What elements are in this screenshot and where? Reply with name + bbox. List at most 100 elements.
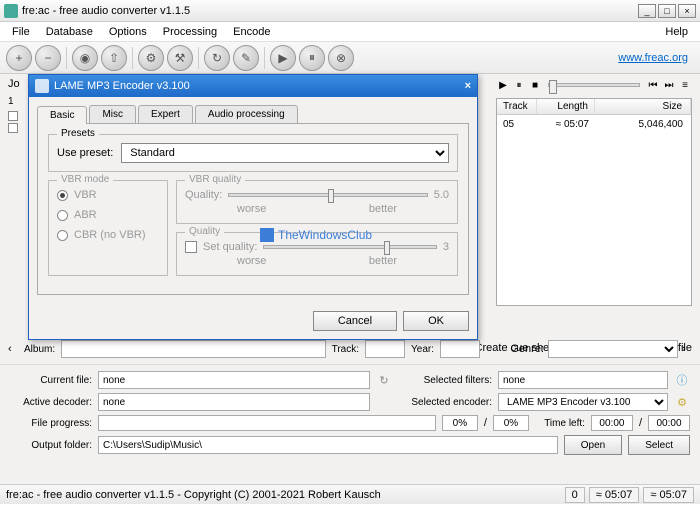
time-left-label: Time left: <box>535 418 585 429</box>
year-label: Year: <box>411 344 434 355</box>
play-icon[interactable]: ▶ <box>270 45 296 71</box>
tab-audio-processing[interactable]: Audio processing <box>195 105 298 123</box>
settings-icon[interactable]: ⚙ <box>138 45 164 71</box>
progress-pct-2: 0% <box>493 415 529 431</box>
refresh-icon[interactable]: ↻ <box>376 372 392 388</box>
player-end-icon[interactable]: ≡ <box>678 78 692 92</box>
left-arrow-icon[interactable]: ‹ <box>8 343 18 355</box>
menu-options[interactable]: Options <box>101 24 155 40</box>
file-progress-label: File progress: <box>10 418 92 429</box>
player-seek-slider[interactable] <box>548 83 640 87</box>
dialog-titlebar[interactable]: LAME MP3 Encoder v3.100 × <box>29 75 477 97</box>
row-num: 1 <box>8 96 20 107</box>
track-input[interactable] <box>365 340 405 358</box>
menu-help[interactable]: Help <box>657 24 696 40</box>
use-preset-label: Use preset: <box>57 147 113 159</box>
window-titlebar: fre:ac - free audio converter v1.1.5 _ □… <box>0 0 700 22</box>
active-decoder-value: none <box>98 393 370 411</box>
open-button[interactable]: Open <box>564 435 622 455</box>
database-icon[interactable]: ◉ <box>72 45 98 71</box>
year-input[interactable] <box>440 340 480 358</box>
album-label: Album: <box>24 344 55 355</box>
presets-legend: Presets <box>57 128 99 139</box>
cbr-radio[interactable] <box>57 230 68 241</box>
genre-select[interactable] <box>548 340 678 358</box>
select-button[interactable]: Select <box>628 435 690 455</box>
selected-encoder-select[interactable]: LAME MP3 Encoder v3.100 <box>498 393 668 411</box>
dialog-close-icon[interactable]: × <box>465 80 471 92</box>
bottom-panel: Current file: none ↻ Selected filters: n… <box>0 364 700 484</box>
info-icon[interactable]: ⓘ <box>674 372 690 388</box>
album-input[interactable] <box>61 340 325 358</box>
check-all-box[interactable] <box>8 111 18 121</box>
tab-misc[interactable]: Misc <box>89 105 136 123</box>
close-button[interactable]: × <box>678 4 696 18</box>
toolbar: + − ◉ ⇧ ⚙ ⚒ ↻ ✎ ▶ ⏸ ⊗ www.freac.org <box>0 42 700 74</box>
cell-size: 5,046,400 <box>595 117 691 132</box>
vbr-quality-legend: VBR quality <box>185 174 245 185</box>
pause-icon[interactable]: ⏸ <box>299 45 325 71</box>
output-folder-label: Output folder: <box>10 440 92 451</box>
remove-file-icon[interactable]: − <box>35 45 61 71</box>
ok-button[interactable]: OK <box>403 311 469 331</box>
cell-length: ≈ 05:07 <box>537 117 595 132</box>
set-quality-checkbox[interactable] <box>185 241 197 253</box>
file-progress-bar <box>98 415 436 431</box>
current-file-value: none <box>98 371 370 389</box>
vbr-quality-value: 5.0 <box>434 189 449 201</box>
add-file-icon[interactable]: + <box>6 45 32 71</box>
config-icon[interactable]: ⚒ <box>167 45 193 71</box>
status-time-2: ≈ 05:07 <box>643 487 694 503</box>
app-icon <box>4 4 18 18</box>
quality-slider[interactable] <box>263 245 436 249</box>
item-checkbox[interactable] <box>8 123 18 133</box>
menu-processing[interactable]: Processing <box>155 24 225 40</box>
menu-encode[interactable]: Encode <box>225 24 278 40</box>
cbr-label: CBR (no VBR) <box>74 229 146 241</box>
window-title: fre:ac - free audio converter v1.1.5 <box>22 5 638 17</box>
maximize-button[interactable]: □ <box>658 4 676 18</box>
active-decoder-label: Active decoder: <box>10 397 92 408</box>
abr-radio[interactable] <box>57 210 68 221</box>
encoder-dialog: LAME MP3 Encoder v3.100 × Basic Misc Exp… <box>28 74 478 340</box>
player-play-icon[interactable]: ▶ <box>496 78 510 92</box>
time-left-1: 00:00 <box>591 415 633 431</box>
tab-expert[interactable]: Expert <box>138 105 193 123</box>
player-next-icon[interactable]: ⏭ <box>662 78 676 92</box>
col-header-size[interactable]: Size <box>595 99 691 114</box>
selected-filters-value: none <box>498 371 668 389</box>
vbr-quality-slider[interactable] <box>228 193 427 197</box>
track-label: Track: <box>332 344 359 355</box>
output-folder-input[interactable] <box>98 436 558 454</box>
vbr-radio[interactable] <box>57 190 68 201</box>
stop-icon[interactable]: ⊗ <box>328 45 354 71</box>
player-prev-icon[interactable]: ⏮ <box>646 78 660 92</box>
vbr-mode-legend: VBR mode <box>57 174 113 185</box>
watermark: TheWindowsClub <box>260 228 372 242</box>
tab-basic[interactable]: Basic <box>37 106 87 124</box>
cancel-button[interactable]: Cancel <box>313 311 397 331</box>
selected-encoder-label: Selected encoder: <box>398 397 492 408</box>
menu-database[interactable]: Database <box>38 24 101 40</box>
cell-track: 05 <box>497 117 537 132</box>
player-pause-icon[interactable]: ⏸ <box>512 78 526 92</box>
track-table: Track Length Size 05 ≈ 05:07 5,046,400 <box>496 98 692 306</box>
right-arrow-icon[interactable]: › <box>682 343 692 355</box>
minimize-button[interactable]: _ <box>638 4 656 18</box>
selected-filters-label: Selected filters: <box>398 375 492 386</box>
table-row[interactable]: 05 ≈ 05:07 5,046,400 <box>497 115 691 134</box>
set-quality-label: Set quality: <box>203 241 257 253</box>
player-stop-icon[interactable]: ■ <box>528 78 542 92</box>
set-quality-value: 3 <box>443 241 449 253</box>
col-header-track[interactable]: Track <box>497 99 537 114</box>
status-time-1: ≈ 05:07 <box>589 487 640 503</box>
website-link[interactable]: www.freac.org <box>618 52 694 64</box>
process-icon[interactable]: ↻ <box>204 45 230 71</box>
menu-file[interactable]: File <box>4 24 38 40</box>
joblist-label: Jo <box>8 78 20 90</box>
submit-icon[interactable]: ⇧ <box>101 45 127 71</box>
preset-select[interactable]: Standard <box>121 143 449 163</box>
col-header-length[interactable]: Length <box>537 99 595 114</box>
encoder-settings-icon[interactable]: ⚙ <box>674 394 690 410</box>
tag-icon[interactable]: ✎ <box>233 45 259 71</box>
